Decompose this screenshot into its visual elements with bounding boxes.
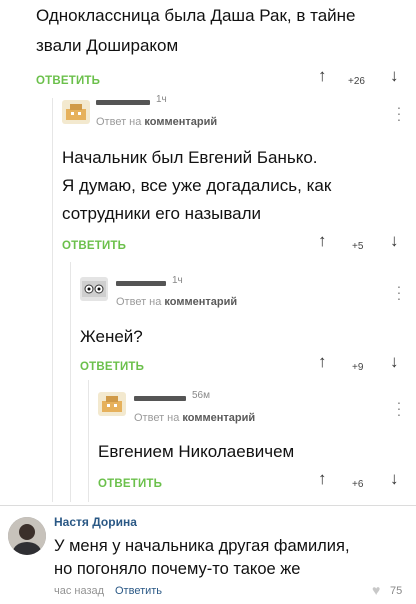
reply-button[interactable]: ОТВЕТИТЬ — [36, 75, 100, 87]
comment-time: 1ч — [156, 94, 167, 105]
reply-to-label: Ответ на комментарий — [116, 296, 237, 308]
reply-to-link[interactable]: комментарий — [182, 412, 255, 424]
avatar-icon — [102, 396, 122, 412]
downvote-arrow-icon[interactable]: ↓ — [390, 231, 399, 251]
avatar[interactable] — [62, 100, 90, 124]
username-redacted[interactable] — [96, 100, 150, 105]
heart-icon[interactable]: ♥ — [372, 582, 380, 598]
reply-to-link[interactable]: комментарий — [144, 116, 217, 128]
reply-to-link[interactable]: комментарий — [164, 296, 237, 308]
comment-text: У меня у начальника другая фамилия, — [54, 537, 350, 555]
divider — [0, 505, 416, 506]
thread-line-2 — [70, 262, 71, 502]
comment-text: Начальник был Евгений Банько. — [62, 148, 318, 167]
reply-button[interactable]: ОТВЕТИТЬ — [98, 478, 162, 490]
reply-to-label: Ответ на комментарий — [134, 412, 255, 424]
avatar[interactable] — [80, 277, 108, 301]
score: +6 — [352, 479, 364, 490]
username-redacted[interactable] — [116, 281, 166, 286]
comment-text: Одноклассница была Даша Рак, в тайне — [36, 6, 356, 25]
comment-time: час назад — [54, 585, 105, 597]
like-count: 75 — [390, 585, 403, 597]
comment-text: Евгением Николаевичем — [98, 442, 295, 461]
reply-link[interactable]: Ответить — [115, 585, 162, 597]
upvote-arrow-icon[interactable]: ↑ — [318, 352, 327, 372]
comment-text: Женей? — [80, 327, 143, 346]
reply-button[interactable]: ОТВЕТИТЬ — [80, 361, 144, 373]
downvote-arrow-icon[interactable]: ↓ — [390, 469, 399, 489]
avatar-icon — [82, 281, 106, 297]
comment-text: но погоняло почему-то такое же — [54, 560, 301, 578]
reply-to-label: Ответ на комментарий — [96, 116, 217, 128]
avatar[interactable] — [8, 517, 46, 555]
downvote-arrow-icon[interactable]: ↓ — [390, 352, 399, 372]
comment-time: 1ч — [172, 275, 183, 286]
thread-line-3 — [88, 380, 89, 502]
reply-to-text: Ответ на — [96, 116, 142, 128]
comment-text: Я думаю, все уже догадались, как — [62, 176, 332, 195]
person-icon — [8, 517, 46, 555]
avatar[interactable] — [98, 392, 126, 416]
more-options-icon[interactable]: · · · — [395, 395, 403, 421]
comment-text: сотрудники его называли — [62, 204, 262, 223]
avatar-icon — [66, 104, 86, 120]
score: +9 — [352, 362, 364, 373]
reply-to-text: Ответ на — [116, 296, 162, 308]
upvote-arrow-icon[interactable]: ↑ — [318, 469, 327, 489]
upvote-arrow-icon[interactable]: ↑ — [318, 66, 327, 86]
downvote-arrow-icon[interactable]: ↓ — [390, 66, 399, 86]
reply-to-text: Ответ на — [134, 412, 180, 424]
author-name[interactable]: Настя Дорина — [54, 515, 137, 529]
more-options-icon[interactable]: · · · — [395, 279, 403, 305]
comment-time: 56м — [192, 390, 210, 401]
comment-text: звали Дошираком — [36, 36, 179, 55]
upvote-arrow-icon[interactable]: ↑ — [318, 231, 327, 251]
score: +5 — [352, 241, 364, 252]
thread-line-1 — [52, 98, 53, 502]
username-redacted[interactable] — [134, 396, 186, 401]
score: +26 — [348, 76, 365, 87]
reply-button[interactable]: ОТВЕТИТЬ — [62, 240, 126, 252]
more-options-icon[interactable]: · · · — [395, 100, 403, 126]
